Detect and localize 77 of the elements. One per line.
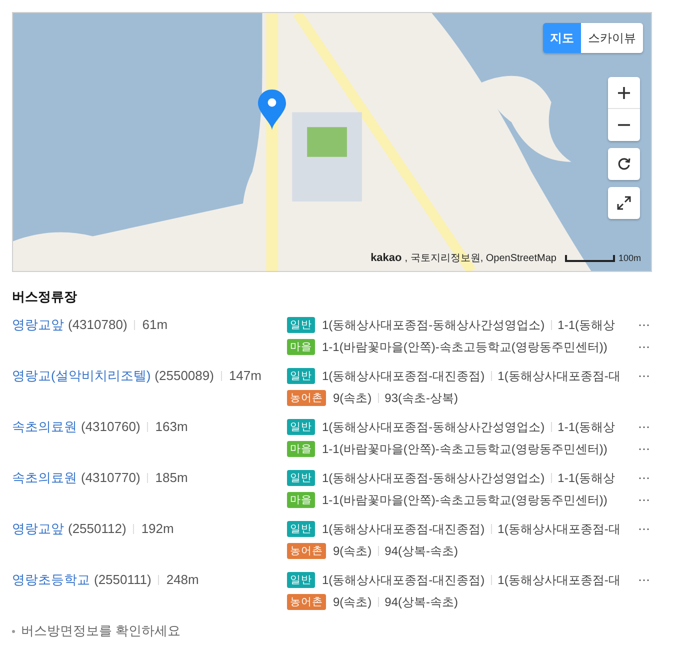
more-button[interactable]: ⋯ (636, 573, 652, 587)
stop-name-link[interactable]: 영랑교앞 (12, 315, 64, 335)
scale-bar-icon (565, 254, 616, 262)
stop-name-link[interactable]: 영랑초등학교 (12, 570, 90, 590)
route-item: 1-1(바람꽃마을(안쪽)-속초고등학교(영랑동주민센터)) (322, 440, 608, 458)
stop-code: (2550111) (94, 571, 152, 589)
route-type-badge: 일반 (287, 470, 315, 486)
stop-distance: 248m (166, 571, 199, 589)
stop-code: (4310760) (81, 418, 140, 436)
route-item: 9(속초) (333, 542, 372, 560)
map[interactable]: 지도 스카이뷰 kakao , 국토지리정보원, OpenStreetMap 100m (12, 12, 652, 272)
route-item: 94(상복-속초) (384, 542, 458, 560)
expand-icon (617, 196, 631, 210)
route-type-badge: 농어촌 (287, 594, 326, 610)
more-button[interactable]: ⋯ (636, 369, 652, 383)
route-item: 93(속초-상복) (384, 390, 458, 406)
route-item: 1(동해상사대포종점-대진종점) (322, 520, 485, 538)
reset-button[interactable] (608, 148, 640, 180)
more-button[interactable]: ⋯ (636, 420, 652, 434)
route-item: 1-1(동해상 (558, 316, 616, 334)
route-item: 1-1(바람꽃마을(안쪽)-속초고등학교(영랑동주민센터)) (322, 492, 608, 508)
stop-name-link[interactable]: 속초의료원 (12, 417, 77, 437)
route-item: 1(동해상사대포종점-동해상사간성영업소) (322, 316, 545, 334)
route-item: 1(동해상사대포종점-대 (498, 368, 620, 384)
more-button[interactable]: ⋯ (636, 318, 652, 332)
route-type-badge: 일반 (287, 572, 315, 588)
route-item: 1-1(동해상 (558, 470, 616, 486)
stop-code: (2550112) (68, 520, 126, 538)
map-attribution: , 국토지리정보원, OpenStreetMap (404, 252, 556, 265)
more-button[interactable]: ⋯ (636, 471, 652, 485)
route-item: 1(동해상사대포종점-대진종점) (322, 368, 485, 384)
route-item: 94(상복-속초) (384, 594, 458, 610)
route-item: 1-1(바람꽃마을(안쪽)-속초고등학교(영랑동주민센터)) (322, 338, 608, 356)
scale-label: 100m (618, 253, 641, 263)
stop-code: (4310780) (68, 316, 128, 334)
route-item: 1(동해상사대포종점-대진종점) (322, 572, 485, 588)
more-button[interactable]: ⋯ (636, 522, 652, 536)
map-logo: kakao (370, 252, 402, 264)
more-button[interactable]: ⋯ (636, 340, 652, 354)
stop-distance: 163m (155, 418, 188, 436)
refresh-icon (617, 157, 631, 171)
plus-icon (617, 86, 631, 100)
zoom-out-button[interactable] (608, 109, 640, 141)
more-button[interactable]: ⋯ (636, 442, 652, 456)
route-type-badge: 일반 (287, 521, 315, 537)
stop-name-link[interactable]: 영랑교(설악비치리조텔) (12, 366, 151, 386)
route-item: 1(동해상사대포종점-동해상사간성영업소) (322, 418, 545, 436)
route-item: 9(속초) (333, 390, 372, 406)
section-title: 버스정류장 (12, 288, 78, 306)
route-item: 1(동해상사대포종점-대 (498, 520, 620, 538)
route-item: 1(동해상사대포종점-동해상사간성영업소) (322, 470, 545, 486)
route-type-badge: 농어촌 (287, 543, 326, 559)
map-view-tab[interactable]: 스카이뷰 (581, 23, 643, 53)
stop-name-link[interactable]: 영랑교앞 (12, 519, 64, 539)
zoom-in-button[interactable] (608, 77, 640, 109)
route-type-badge: 일반 (287, 368, 315, 384)
fullscreen-button[interactable] (608, 187, 640, 219)
stop-name-link[interactable]: 속초의료원 (12, 468, 77, 488)
stop-distance: 147m (228, 367, 262, 385)
route-type-badge: 마을 (287, 339, 315, 355)
stop-distance: 192m (141, 520, 174, 538)
route-item: 1(동해상사대포종점-대 (498, 572, 620, 588)
route-item: 1-1(동해상 (558, 418, 616, 436)
bullet-icon (12, 630, 15, 632)
stop-distance: 185m (155, 469, 188, 487)
stop-code: (4310770) (81, 469, 140, 487)
stop-distance: 61m (142, 316, 168, 334)
location-pin-icon (258, 89, 286, 131)
route-type-badge: 마을 (287, 492, 315, 508)
route-type-badge: 일반 (287, 317, 315, 333)
info-note: 버스방면정보를 확인하세요 (21, 622, 181, 640)
route-type-badge: 일반 (287, 419, 315, 435)
route-type-badge: 마을 (287, 441, 315, 457)
more-button[interactable]: ⋯ (636, 493, 652, 507)
route-type-badge: 농어촌 (287, 390, 326, 406)
stop-code: (2550089) (154, 367, 214, 385)
route-item: 9(속초) (333, 594, 372, 610)
